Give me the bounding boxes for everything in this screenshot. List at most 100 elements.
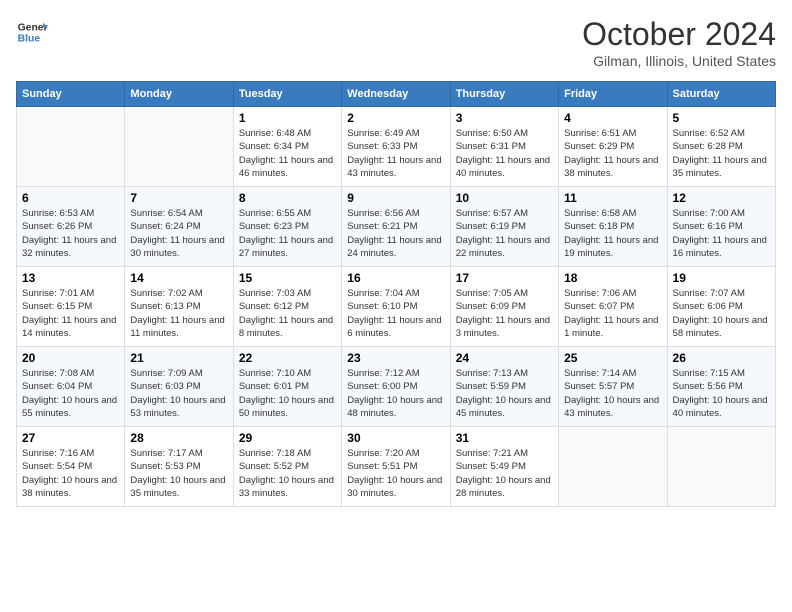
day-detail: Sunrise: 7:13 AMSunset: 5:59 PMDaylight:…: [456, 367, 553, 420]
day-detail: Sunrise: 7:03 AMSunset: 6:12 PMDaylight:…: [239, 287, 336, 340]
day-detail: Sunrise: 6:50 AMSunset: 6:31 PMDaylight:…: [456, 127, 553, 180]
day-number: 24: [456, 351, 553, 365]
day-detail: Sunrise: 6:51 AMSunset: 6:29 PMDaylight:…: [564, 127, 661, 180]
day-number: 17: [456, 271, 553, 285]
week-row-2: 6 Sunrise: 6:53 AMSunset: 6:26 PMDaylight…: [17, 187, 776, 267]
day-cell: [17, 107, 125, 187]
day-cell: 11 Sunrise: 6:58 AMSunset: 6:18 PMDayligh…: [559, 187, 667, 267]
day-detail: Sunrise: 7:04 AMSunset: 6:10 PMDaylight:…: [347, 287, 444, 340]
day-number: 25: [564, 351, 661, 365]
day-cell: 21 Sunrise: 7:09 AMSunset: 6:03 PMDayligh…: [125, 347, 233, 427]
day-number: 22: [239, 351, 336, 365]
day-cell: 22Sunrise: 7:10 AMSunset: 6:01 PMDayligh…: [233, 347, 341, 427]
day-cell: 27 Sunrise: 7:16 AMSunset: 5:54 PMDayligh…: [17, 427, 125, 507]
day-cell: [559, 427, 667, 507]
page-header: General Blue October 2024 Gilman, Illino…: [16, 16, 776, 69]
day-cell: 20Sunrise: 7:08 AMSunset: 6:04 PMDayligh…: [17, 347, 125, 427]
day-cell: 16 Sunrise: 7:04 AMSunset: 6:10 PMDayligh…: [342, 267, 450, 347]
title-block: October 2024 Gilman, Illinois, United St…: [582, 16, 776, 69]
day-cell: 9 Sunrise: 6:56 AMSunset: 6:21 PMDaylight…: [342, 187, 450, 267]
logo-icon: General Blue: [16, 16, 48, 48]
week-row-5: 27 Sunrise: 7:16 AMSunset: 5:54 PMDayligh…: [17, 427, 776, 507]
day-detail: Sunrise: 7:06 AMSunset: 6:07 PMDaylight:…: [564, 287, 661, 340]
day-number: 23: [347, 351, 444, 365]
calendar-table: SundayMondayTuesdayWednesdayThursdayFrid…: [16, 81, 776, 507]
day-cell: 7 Sunrise: 6:54 AMSunset: 6:24 PMDaylight…: [125, 187, 233, 267]
day-number: 18: [564, 271, 661, 285]
day-cell: 26Sunrise: 7:15 AMSunset: 5:56 PMDayligh…: [667, 347, 775, 427]
day-number: 14: [130, 271, 227, 285]
day-detail: Sunrise: 7:07 AMSunset: 6:06 PMDaylight:…: [673, 287, 770, 340]
day-number: 10: [456, 191, 553, 205]
day-cell: 3 Sunrise: 6:50 AMSunset: 6:31 PMDaylight…: [450, 107, 558, 187]
day-detail: Sunrise: 6:56 AMSunset: 6:21 PMDaylight:…: [347, 207, 444, 260]
day-detail: Sunrise: 7:16 AMSunset: 5:54 PMDaylight:…: [22, 447, 119, 500]
day-cell: 5 Sunrise: 6:52 AMSunset: 6:28 PMDaylight…: [667, 107, 775, 187]
day-number: 1: [239, 111, 336, 125]
day-detail: Sunrise: 6:53 AMSunset: 6:26 PMDaylight:…: [22, 207, 119, 260]
day-cell: 13Sunrise: 7:01 AMSunset: 6:15 PMDayligh…: [17, 267, 125, 347]
day-cell: 24 Sunrise: 7:13 AMSunset: 5:59 PMDayligh…: [450, 347, 558, 427]
day-number: 15: [239, 271, 336, 285]
day-number: 3: [456, 111, 553, 125]
day-number: 7: [130, 191, 227, 205]
day-detail: Sunrise: 6:54 AMSunset: 6:24 PMDaylight:…: [130, 207, 227, 260]
logo: General Blue: [16, 16, 48, 48]
day-number: 26: [673, 351, 770, 365]
day-cell: 15 Sunrise: 7:03 AMSunset: 6:12 PMDayligh…: [233, 267, 341, 347]
day-number: 19: [673, 271, 770, 285]
day-cell: 23 Sunrise: 7:12 AMSunset: 6:00 PMDayligh…: [342, 347, 450, 427]
day-detail: Sunrise: 6:57 AMSunset: 6:19 PMDaylight:…: [456, 207, 553, 260]
day-number: 11: [564, 191, 661, 205]
header-day-saturday: Saturday: [667, 82, 775, 107]
day-number: 6: [22, 191, 119, 205]
day-detail: Sunrise: 7:00 AMSunset: 6:16 PMDaylight:…: [673, 207, 770, 260]
header-day-sunday: Sunday: [17, 82, 125, 107]
day-number: 16: [347, 271, 444, 285]
day-cell: 29 Sunrise: 7:18 AMSunset: 5:52 PMDayligh…: [233, 427, 341, 507]
day-cell: 31 Sunrise: 7:21 AMSunset: 5:49 PMDayligh…: [450, 427, 558, 507]
day-number: 4: [564, 111, 661, 125]
day-detail: Sunrise: 7:12 AMSunset: 6:00 PMDaylight:…: [347, 367, 444, 420]
day-cell: 12 Sunrise: 7:00 AMSunset: 6:16 PMDayligh…: [667, 187, 775, 267]
day-cell: 25Sunrise: 7:14 AMSunset: 5:57 PMDayligh…: [559, 347, 667, 427]
day-cell: 30Sunrise: 7:20 AMSunset: 5:51 PMDayligh…: [342, 427, 450, 507]
day-number: 5: [673, 111, 770, 125]
day-number: 31: [456, 431, 553, 445]
header-day-tuesday: Tuesday: [233, 82, 341, 107]
day-number: 12: [673, 191, 770, 205]
day-cell: 6 Sunrise: 6:53 AMSunset: 6:26 PMDaylight…: [17, 187, 125, 267]
day-number: 9: [347, 191, 444, 205]
day-detail: Sunrise: 6:58 AMSunset: 6:18 PMDaylight:…: [564, 207, 661, 260]
day-cell: 28 Sunrise: 7:17 AMSunset: 5:53 PMDayligh…: [125, 427, 233, 507]
day-detail: Sunrise: 6:49 AMSunset: 6:33 PMDaylight:…: [347, 127, 444, 180]
day-cell: 2 Sunrise: 6:49 AMSunset: 6:33 PMDaylight…: [342, 107, 450, 187]
svg-text:Blue: Blue: [18, 34, 41, 45]
header-row: SundayMondayTuesdayWednesdayThursdayFrid…: [17, 82, 776, 107]
day-number: 27: [22, 431, 119, 445]
header-day-friday: Friday: [559, 82, 667, 107]
day-detail: Sunrise: 7:05 AMSunset: 6:09 PMDaylight:…: [456, 287, 553, 340]
day-detail: Sunrise: 6:48 AMSunset: 6:34 PMDaylight:…: [239, 127, 336, 180]
day-cell: 18 Sunrise: 7:06 AMSunset: 6:07 PMDayligh…: [559, 267, 667, 347]
day-detail: Sunrise: 7:18 AMSunset: 5:52 PMDaylight:…: [239, 447, 336, 500]
day-cell: 17 Sunrise: 7:05 AMSunset: 6:09 PMDayligh…: [450, 267, 558, 347]
day-number: 20: [22, 351, 119, 365]
day-number: 2: [347, 111, 444, 125]
day-cell: 4 Sunrise: 6:51 AMSunset: 6:29 PMDaylight…: [559, 107, 667, 187]
month-title: October 2024: [582, 16, 776, 53]
day-detail: Sunrise: 6:52 AMSunset: 6:28 PMDaylight:…: [673, 127, 770, 180]
day-detail: Sunrise: 7:17 AMSunset: 5:53 PMDaylight:…: [130, 447, 227, 500]
day-detail: Sunrise: 6:55 AMSunset: 6:23 PMDaylight:…: [239, 207, 336, 260]
day-cell: 8 Sunrise: 6:55 AMSunset: 6:23 PMDaylight…: [233, 187, 341, 267]
day-detail: Sunrise: 7:09 AMSunset: 6:03 PMDaylight:…: [130, 367, 227, 420]
day-cell: 14Sunrise: 7:02 AMSunset: 6:13 PMDayligh…: [125, 267, 233, 347]
day-number: 29: [239, 431, 336, 445]
day-number: 21: [130, 351, 227, 365]
day-cell: 19 Sunrise: 7:07 AMSunset: 6:06 PMDayligh…: [667, 267, 775, 347]
header-day-wednesday: Wednesday: [342, 82, 450, 107]
day-detail: Sunrise: 7:21 AMSunset: 5:49 PMDaylight:…: [456, 447, 553, 500]
day-number: 28: [130, 431, 227, 445]
week-row-4: 20Sunrise: 7:08 AMSunset: 6:04 PMDayligh…: [17, 347, 776, 427]
day-number: 8: [239, 191, 336, 205]
